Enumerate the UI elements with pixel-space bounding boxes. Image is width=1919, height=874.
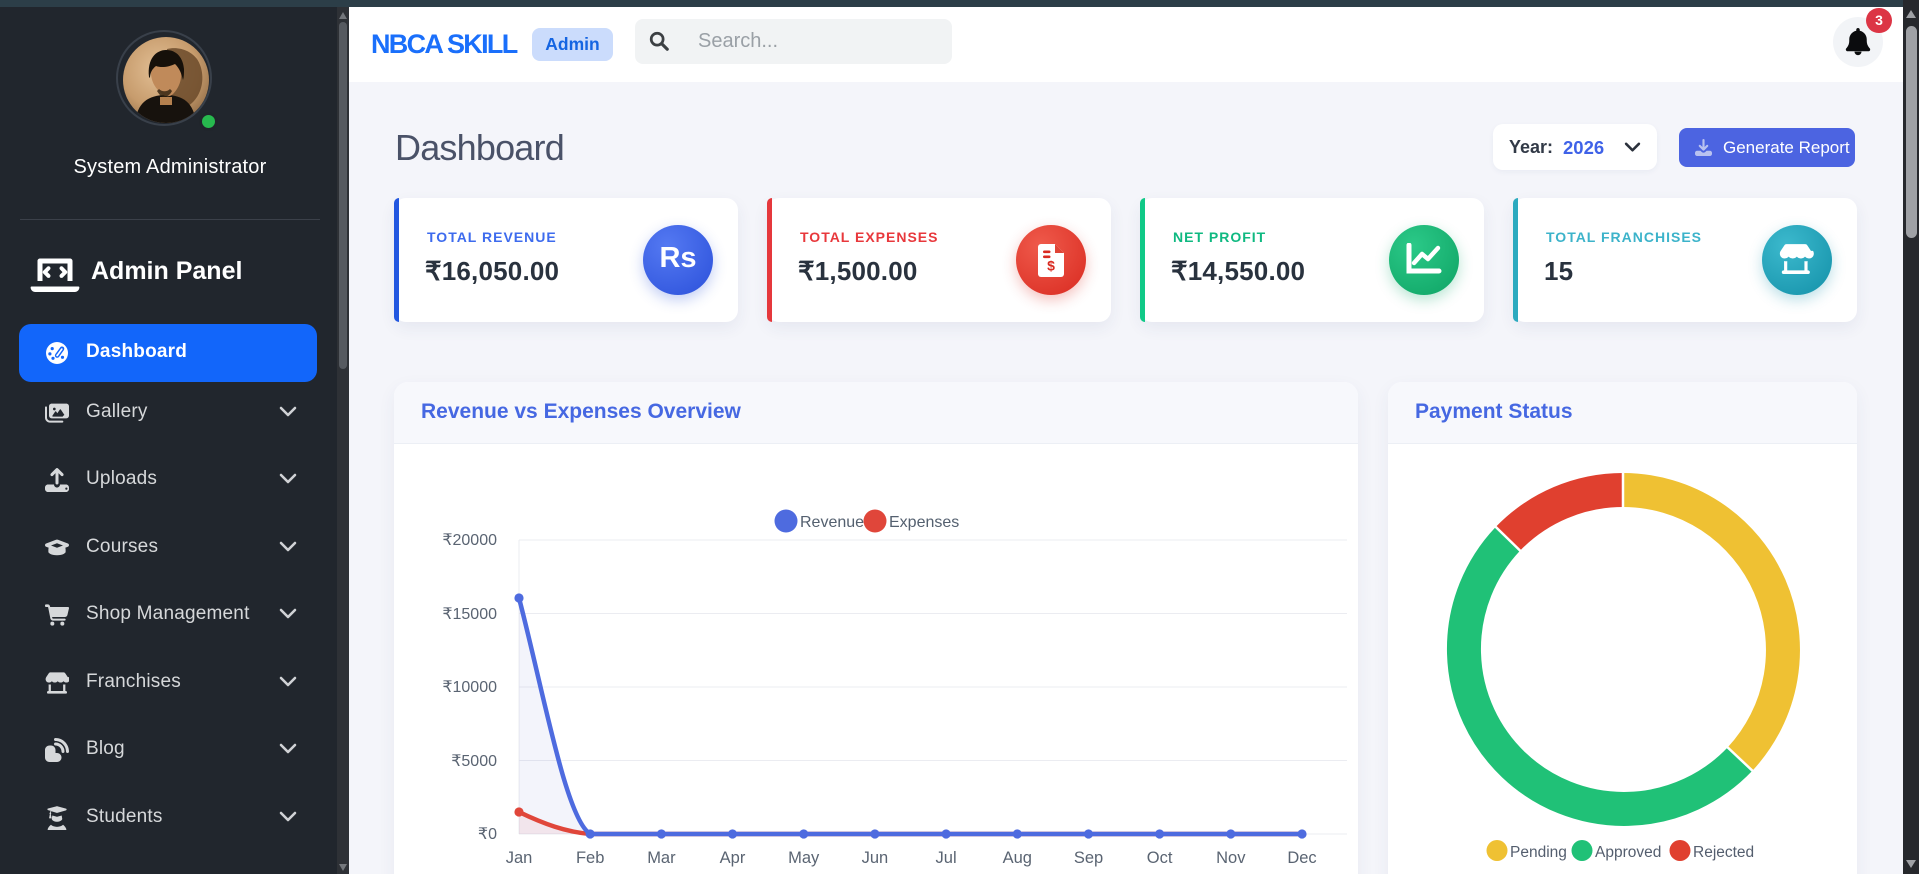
svg-text:₹15000: ₹15000 bbox=[442, 606, 497, 623]
svg-text:Rejected: Rejected bbox=[1693, 844, 1754, 861]
svg-text:Jun: Jun bbox=[862, 849, 889, 867]
svg-text:₹5000: ₹5000 bbox=[451, 753, 497, 770]
svg-text:₹20000: ₹20000 bbox=[442, 532, 497, 549]
svg-text:Approved: Approved bbox=[1595, 844, 1661, 861]
svg-text:Expenses: Expenses bbox=[889, 514, 959, 531]
svg-text:Sep: Sep bbox=[1074, 849, 1103, 867]
svg-text:Feb: Feb bbox=[576, 849, 604, 867]
svg-text:Aug: Aug bbox=[1003, 849, 1032, 867]
svg-text:₹0: ₹0 bbox=[478, 826, 497, 843]
svg-text:Dec: Dec bbox=[1287, 849, 1316, 867]
svg-text:Nov: Nov bbox=[1216, 849, 1246, 867]
svg-text:Revenue: Revenue bbox=[800, 514, 864, 531]
svg-text:$: $ bbox=[1047, 258, 1055, 274]
svg-text:Apr: Apr bbox=[720, 849, 746, 867]
svg-text:Jul: Jul bbox=[936, 849, 957, 867]
svg-text:Jan: Jan bbox=[506, 849, 533, 867]
svg-text:₹10000: ₹10000 bbox=[442, 679, 497, 696]
svg-text:May: May bbox=[788, 849, 820, 867]
svg-text:Pending: Pending bbox=[1510, 844, 1567, 861]
svg-text:Oct: Oct bbox=[1147, 849, 1173, 867]
svg-text:Mar: Mar bbox=[647, 849, 676, 867]
